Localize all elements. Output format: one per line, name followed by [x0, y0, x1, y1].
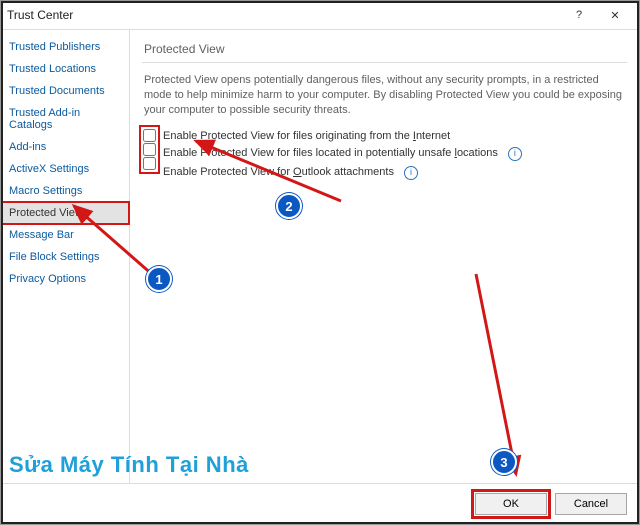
- sidebar-item-trusted-locations[interactable]: Trusted Locations: [1, 58, 129, 80]
- sidebar: Trusted Publishers Trusted Locations Tru…: [1, 30, 130, 483]
- annotation-badge-1: 1: [146, 266, 172, 292]
- titlebar: Trust Center ? ✕: [1, 1, 639, 30]
- sidebar-item-activex-settings[interactable]: ActiveX Settings: [1, 158, 129, 180]
- sidebar-item-macro-settings[interactable]: Macro Settings: [1, 180, 129, 202]
- watermark-text: Sửa Máy Tính Tại Nhà: [9, 452, 249, 478]
- info-icon[interactable]: i: [508, 147, 522, 161]
- section-description: Protected View opens potentially dangero…: [144, 73, 625, 118]
- sidebar-item-addins[interactable]: Add-ins: [1, 136, 129, 158]
- info-icon[interactable]: i: [404, 166, 418, 180]
- footer: OK Cancel: [1, 483, 639, 524]
- sidebar-item-trusted-documents[interactable]: Trusted Documents: [1, 80, 129, 102]
- annotation-badge-2: 2: [276, 193, 302, 219]
- sidebar-item-trusted-addin-catalogs[interactable]: Trusted Add-in Catalogs: [1, 102, 129, 136]
- ok-button[interactable]: OK: [475, 493, 547, 515]
- sidebar-item-privacy-options[interactable]: Privacy Options: [1, 268, 129, 290]
- option-internet-label[interactable]: Enable Protected View for files originat…: [163, 130, 522, 142]
- window-title: Trust Center: [7, 8, 561, 22]
- sidebar-item-file-block-settings[interactable]: File Block Settings: [1, 246, 129, 268]
- checkbox-internet[interactable]: [143, 129, 156, 142]
- sidebar-item-trusted-publishers[interactable]: Trusted Publishers: [1, 36, 129, 58]
- help-button[interactable]: ?: [561, 1, 597, 29]
- content-pane: Protected View Protected View opens pote…: [130, 30, 639, 483]
- option-outlook-attachments-label[interactable]: Enable Protected View for Outlook attach…: [163, 166, 522, 180]
- checkbox-highlight-group: [142, 128, 157, 171]
- sidebar-item-message-bar[interactable]: Message Bar: [1, 224, 129, 246]
- checkbox-unsafe-locations[interactable]: [143, 143, 156, 156]
- option-unsafe-locations-label[interactable]: Enable Protected View for files located …: [163, 147, 522, 161]
- cancel-button[interactable]: Cancel: [555, 493, 627, 515]
- trust-center-window: Trust Center ? ✕ Trusted Publishers Trus…: [0, 0, 640, 525]
- section-heading: Protected View: [144, 42, 627, 56]
- checkbox-outlook-attachments[interactable]: [143, 157, 156, 170]
- close-button[interactable]: ✕: [597, 1, 633, 29]
- sidebar-item-protected-view[interactable]: Protected View: [1, 202, 129, 224]
- divider: [142, 62, 627, 63]
- annotation-badge-3: 3: [491, 449, 517, 475]
